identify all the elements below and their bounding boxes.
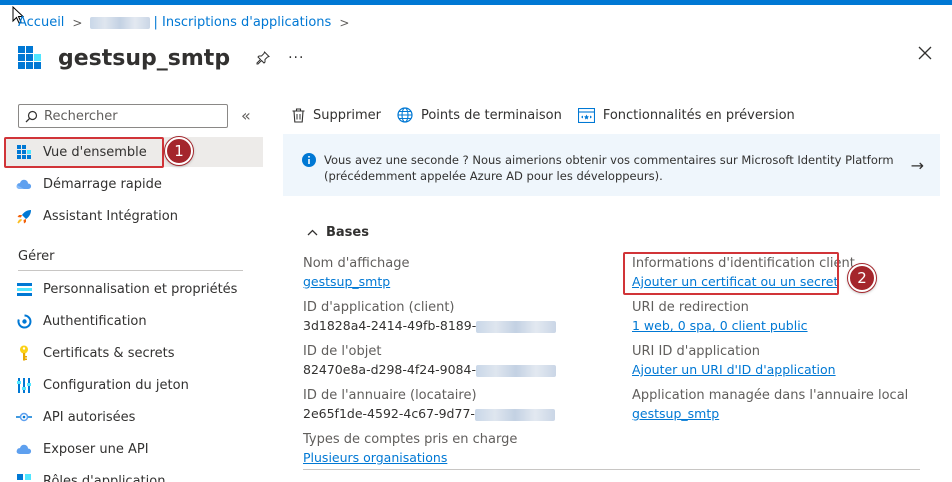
sidebar-item-branding[interactable]: Personnalisation et propriétés — [4, 274, 263, 304]
chevron-up-icon — [307, 229, 318, 236]
managed-application-link[interactable]: gestsup_smtp — [632, 405, 908, 423]
breadcrumb: Accueil > | Inscriptions d'applications … — [18, 15, 357, 30]
chevron-right-icon: > — [72, 15, 83, 30]
sidebar-item-label: Vue d'ensemble — [43, 144, 147, 160]
delete-button[interactable]: Supprimer — [292, 108, 381, 123]
feedback-banner[interactable]: Vous avez une seconde ? Nous aimerions o… — [283, 134, 940, 196]
preview-features-icon — [577, 107, 595, 123]
redacted-id-part — [475, 364, 556, 377]
sidebar-item-token-configuration[interactable]: Configuration du jeton — [4, 370, 263, 400]
page-header: gestsup_smtp ··· — [18, 44, 304, 72]
add-application-id-uri-link[interactable]: Ajouter un URI d'ID d'application — [632, 361, 836, 379]
sidebar-item-quickstart[interactable]: Démarrage rapide — [4, 169, 263, 199]
sidebar-item-certificates-secrets[interactable]: Certificats & secrets — [4, 338, 263, 368]
sidebar-search-box[interactable] — [18, 104, 228, 128]
sidebar-item-label: Configuration du jeton — [43, 377, 189, 393]
trash-icon — [292, 107, 305, 123]
sidebar-item-api-permissions[interactable]: API autorisées — [4, 402, 263, 432]
key-icon — [16, 345, 32, 361]
tenant-id-value: 2e65f1de-4592-4c67-9d77- — [303, 406, 475, 421]
app-registration-icon — [18, 46, 41, 69]
endpoints-button[interactable]: Points de terminaison — [397, 107, 562, 123]
sidebar-item-integration-assistant[interactable]: Assistant Intégration — [4, 201, 263, 231]
sidebar-item-label: Authentification — [43, 313, 147, 329]
cloud-icon — [16, 176, 32, 192]
sidebar-item-label: Rôles d'application — [43, 473, 166, 482]
essentials-toggle[interactable]: Bases — [307, 225, 369, 240]
field-application-id-uri: URI ID d'application Ajouter un URI d'ID… — [632, 344, 836, 379]
divider — [18, 270, 243, 271]
chevron-right-icon: > — [339, 15, 350, 30]
redacted-id-part — [476, 320, 557, 333]
preview-features-button[interactable]: Fonctionnalités en préversion — [577, 107, 795, 123]
breadcrumb-home-link[interactable]: Accueil — [18, 15, 64, 30]
token-icon — [16, 377, 32, 393]
app-roles-icon — [16, 473, 32, 482]
field-tenant-id: ID de l'annuaire (locataire) 2e65f1de-45… — [303, 387, 555, 423]
search-icon — [25, 110, 38, 122]
page-title: gestsup_smtp — [58, 45, 231, 71]
sidebar-item-label: Exposer une API — [43, 441, 149, 457]
pin-icon[interactable] — [256, 51, 271, 65]
api-permissions-icon — [16, 409, 32, 425]
sidebar-item-app-roles[interactable]: Rôles d'application — [4, 466, 263, 482]
command-bar: Supprimer Points de terminaison Fonction… — [292, 107, 811, 123]
redirect-uris-link[interactable]: 1 web, 0 spa, 0 client public — [632, 317, 808, 335]
sidebar-item-label: Personnalisation et propriétés — [43, 281, 238, 297]
redacted-id-part — [474, 408, 555, 421]
sidebar-item-label: API autorisées — [43, 409, 136, 425]
annotation-marker-1: 1 — [165, 137, 193, 165]
field-managed-application: Application managée dans l'annuaire loca… — [632, 388, 909, 423]
info-icon — [302, 153, 316, 167]
display-name-link[interactable]: gestsup_smtp — [303, 273, 409, 291]
field-redirect-uris: URI de redirection 1 web, 0 spa, 0 clien… — [632, 300, 808, 335]
rocket-icon — [16, 208, 32, 224]
sidebar-section-manage: Gérer — [18, 249, 55, 264]
field-application-id: ID d'application (client) 3d1828a4-2414-… — [303, 299, 557, 335]
sidebar-item-overview[interactable]: Vue d'ensemble — [4, 137, 263, 167]
field-display-name: Nom d'affichage gestsup_smtp — [303, 256, 410, 291]
more-options-icon[interactable]: ··· — [288, 50, 304, 66]
grid-icon — [16, 144, 32, 160]
authentication-icon — [16, 313, 32, 329]
portal-top-bar — [0, 0, 952, 5]
sidebar-item-label: Assistant Intégration — [43, 208, 178, 224]
breadcrumb-app-registrations-link[interactable]: | Inscriptions d'applications — [153, 15, 331, 30]
application-id-value: 3d1828a4-2414-49fb-8189- — [303, 318, 477, 333]
sidebar-item-authentication[interactable]: Authentification — [4, 306, 263, 336]
close-icon[interactable] — [918, 46, 932, 60]
add-certificate-or-secret-link[interactable]: Ajouter un certificat ou un secret — [632, 273, 855, 291]
sidebar-search-input[interactable] — [44, 108, 214, 124]
divider — [303, 469, 920, 470]
field-object-id: ID de l'objet 82470e8a-d298-4f24-9084- — [303, 343, 556, 379]
field-supported-account-types: Types de comptes pris en charge Plusieur… — [303, 432, 518, 467]
account-types-link[interactable]: Plusieurs organisations — [303, 449, 517, 467]
object-id-value: 82470e8a-d298-4f24-9084- — [303, 362, 476, 377]
cloud-api-icon — [16, 441, 32, 457]
globe-icon — [397, 107, 413, 123]
branding-icon — [16, 281, 32, 297]
redacted-tenant-name — [90, 16, 151, 29]
sidebar-item-label: Certificats & secrets — [43, 345, 175, 361]
annotation-marker-2: 2 — [848, 264, 876, 292]
banner-message: Vous avez une seconde ? Nous aimerions o… — [324, 153, 894, 183]
arrow-right-icon[interactable]: → — [911, 156, 924, 175]
sidebar-item-label: Démarrage rapide — [43, 176, 162, 192]
sidebar-item-expose-api[interactable]: Exposer une API — [4, 434, 263, 464]
collapse-sidebar-icon[interactable]: « — [241, 106, 251, 125]
field-client-credentials: Informations d'identification client Ajo… — [632, 256, 855, 291]
